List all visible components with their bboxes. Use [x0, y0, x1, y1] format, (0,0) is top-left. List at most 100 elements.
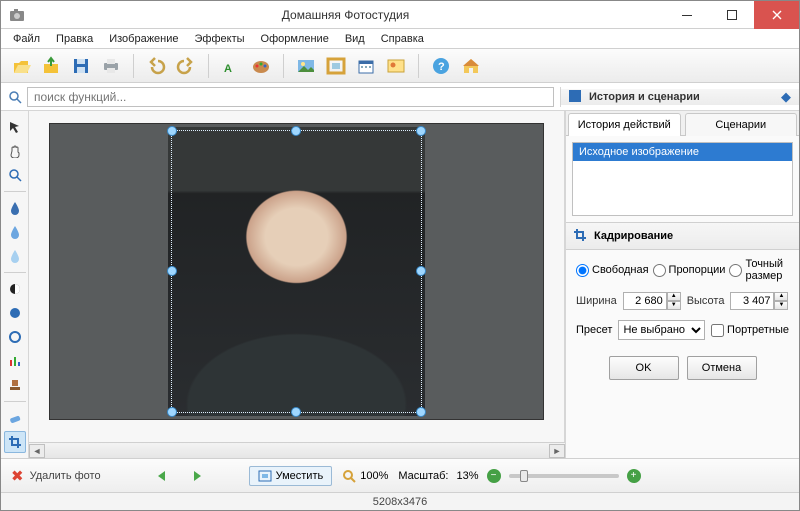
- maximize-button[interactable]: [709, 1, 754, 29]
- radio-free[interactable]: Свободная: [576, 264, 649, 277]
- levels-tool-icon[interactable]: [4, 350, 26, 372]
- crop-panel-title: Кадрирование: [594, 230, 673, 242]
- undo-icon[interactable]: [144, 54, 168, 78]
- portrait-checkbox[interactable]: Портретные: [711, 324, 789, 337]
- menu-effects[interactable]: Эффекты: [187, 31, 253, 47]
- crop-handle-w[interactable]: [167, 266, 177, 276]
- blur-tool-icon[interactable]: [4, 221, 26, 243]
- postcard-icon[interactable]: [384, 54, 408, 78]
- crop-buttons: OK Отмена: [576, 356, 789, 380]
- palette-icon[interactable]: [249, 54, 273, 78]
- height-spinner[interactable]: ▲▼: [730, 292, 788, 310]
- crop-handle-e[interactable]: [416, 266, 426, 276]
- delete-label: Удалить фото: [30, 470, 101, 482]
- zoom-controls: Масштаб: 13% − +: [398, 469, 640, 483]
- radio-proportions[interactable]: Пропорции: [653, 264, 726, 277]
- frame-icon[interactable]: [324, 54, 348, 78]
- cancel-button[interactable]: Отмена: [687, 356, 757, 380]
- crop-tool-icon[interactable]: [4, 431, 26, 453]
- pointer-tool-icon[interactable]: [4, 116, 26, 138]
- horizontal-scrollbar[interactable]: ◄ ►: [29, 442, 565, 458]
- zoom-out-button[interactable]: −: [487, 469, 501, 483]
- right-panel: История действий Сценарии Исходное изобр…: [565, 111, 799, 458]
- toolbar-separator: [208, 54, 209, 78]
- history-icon: [569, 90, 583, 104]
- tab-scenarios[interactable]: Сценарии: [685, 113, 798, 136]
- zoom-100-button[interactable]: 100%: [342, 469, 388, 483]
- close-button[interactable]: [754, 1, 799, 29]
- help-icon[interactable]: ?: [429, 54, 453, 78]
- menu-file[interactable]: Файл: [5, 31, 48, 47]
- eraser-tool-icon[interactable]: [4, 407, 26, 429]
- zoom-slider-thumb[interactable]: [520, 470, 528, 482]
- delete-icon: ✖: [11, 467, 24, 485]
- history-panel-header: История и сценарии ◆: [561, 89, 799, 105]
- crop-handle-sw[interactable]: [167, 407, 177, 417]
- width-down[interactable]: ▼: [667, 301, 681, 310]
- image-icon[interactable]: [294, 54, 318, 78]
- ring-tool-icon[interactable]: [4, 326, 26, 348]
- prev-image-button[interactable]: [151, 466, 175, 486]
- subbar: История и сценарии ◆: [1, 83, 799, 111]
- zoom-tool-icon[interactable]: [4, 164, 26, 186]
- minimize-button[interactable]: [664, 1, 709, 29]
- radio-exact[interactable]: Точный размер: [729, 258, 789, 282]
- scroll-right-icon[interactable]: ►: [549, 444, 565, 458]
- crop-handle-ne[interactable]: [416, 126, 426, 136]
- height-input[interactable]: [730, 292, 774, 310]
- delete-photo-button[interactable]: ✖ Удалить фото: [11, 467, 101, 485]
- text-icon[interactable]: A: [219, 54, 243, 78]
- canvas-image[interactable]: [49, 123, 544, 420]
- zoom-in-button[interactable]: +: [627, 469, 641, 483]
- menu-decor[interactable]: Оформление: [253, 31, 337, 47]
- canvas-area[interactable]: [29, 111, 565, 442]
- open-icon[interactable]: [9, 54, 33, 78]
- crop-handle-se[interactable]: [416, 407, 426, 417]
- height-down[interactable]: ▼: [774, 301, 788, 310]
- home-icon[interactable]: [459, 54, 483, 78]
- zoom-slider[interactable]: [509, 474, 619, 478]
- preset-select[interactable]: Не выбрано: [618, 320, 705, 340]
- tone-tool-icon[interactable]: [4, 302, 26, 324]
- fit-button[interactable]: Уместить: [249, 466, 333, 486]
- light-drop-icon[interactable]: [4, 245, 26, 267]
- tool-separator: [4, 191, 26, 192]
- titlebar: Домашняя Фотостудия: [1, 1, 799, 29]
- export-icon[interactable]: [39, 54, 63, 78]
- menu-edit[interactable]: Правка: [48, 31, 101, 47]
- scroll-left-icon[interactable]: ◄: [29, 444, 45, 458]
- fit-icon: [258, 470, 272, 482]
- toolbar-separator: [133, 54, 134, 78]
- ok-button[interactable]: OK: [609, 356, 679, 380]
- tool-separator: [4, 401, 26, 402]
- stamp-tool-icon[interactable]: [4, 374, 26, 396]
- history-item[interactable]: Исходное изображение: [573, 143, 792, 161]
- bottom-bar: ✖ Удалить фото Уместить 100% Масштаб: 13…: [1, 458, 799, 492]
- search-input[interactable]: [27, 87, 554, 107]
- width-input[interactable]: [623, 292, 667, 310]
- save-icon[interactable]: [69, 54, 93, 78]
- crop-handle-nw[interactable]: [167, 126, 177, 136]
- width-up[interactable]: ▲: [667, 292, 681, 301]
- contrast-tool-icon[interactable]: [4, 278, 26, 300]
- status-bar: 5208x3476: [1, 492, 799, 510]
- width-spinner[interactable]: ▲▼: [623, 292, 681, 310]
- history-list[interactable]: Исходное изображение: [572, 142, 793, 216]
- crop-handle-n[interactable]: [291, 126, 301, 136]
- crop-selection[interactable]: [171, 130, 422, 413]
- next-image-button[interactable]: [185, 466, 209, 486]
- print-icon[interactable]: [99, 54, 123, 78]
- drop-tool-icon[interactable]: [4, 197, 26, 219]
- image-dimensions: 5208x3476: [373, 496, 427, 508]
- menu-image[interactable]: Изображение: [101, 31, 186, 47]
- menu-help[interactable]: Справка: [373, 31, 432, 47]
- toolbar: A ?: [1, 49, 799, 83]
- menu-view[interactable]: Вид: [337, 31, 373, 47]
- calendar-icon[interactable]: [354, 54, 378, 78]
- tab-history[interactable]: История действий: [568, 113, 681, 136]
- zoom-100-label: 100%: [360, 470, 388, 482]
- redo-icon[interactable]: [174, 54, 198, 78]
- collapse-icon[interactable]: ◆: [781, 89, 791, 105]
- height-up[interactable]: ▲: [774, 292, 788, 301]
- hand-tool-icon[interactable]: [4, 140, 26, 162]
